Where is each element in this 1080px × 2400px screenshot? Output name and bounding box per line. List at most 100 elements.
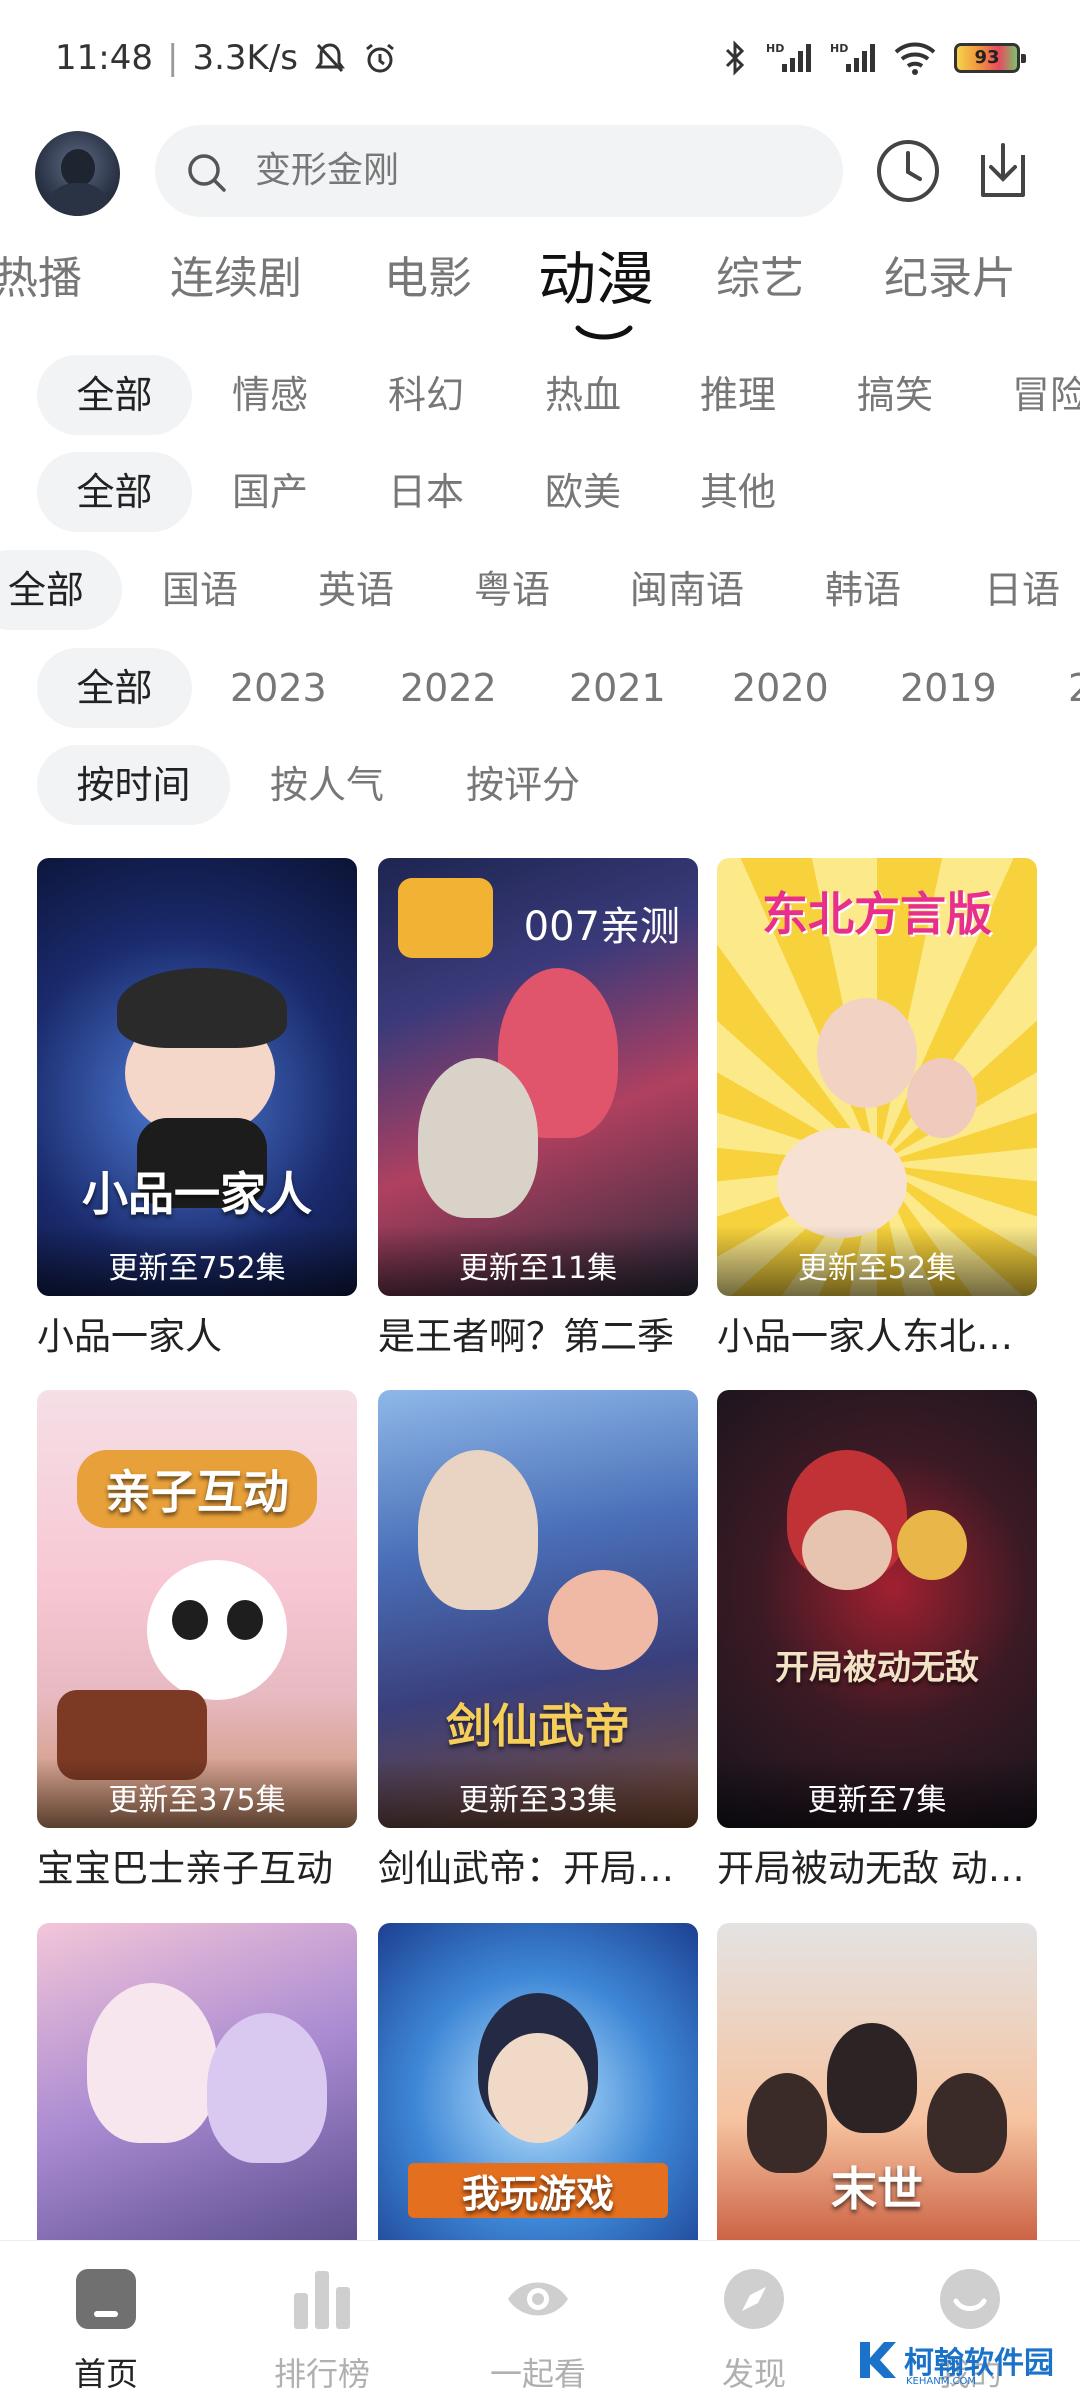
episode-badge: 更新至7集 [717,1758,1037,1828]
nav-watch-together[interactable]: 一起看 [448,2265,628,2395]
poster-character [817,998,917,1108]
svg-text:HD: HD [830,42,848,55]
avatar[interactable] [35,131,120,216]
chip-lang-all[interactable]: 全部 [0,550,122,630]
nav-watch-together-label: 一起看 [489,2355,586,2393]
chip-region-other[interactable]: 其他 [700,452,776,532]
chip-year-all[interactable]: 全部 [37,648,192,728]
filter-sort-row: 按时间 按人气 按评分 [0,745,1080,825]
chip-sort-time[interactable]: 按时间 [37,745,230,825]
chip-year-2023[interactable]: 2023 [230,648,327,728]
wifi-icon [894,40,936,76]
chip-genre-scifi[interactable]: 科幻 [388,355,464,435]
filter-year-row: 全部 2023 2022 2021 2020 2019 2018 [0,648,1080,728]
chip-genre-romance[interactable]: 情感 [232,355,308,435]
chip-genre-comedy[interactable]: 搞笑 [857,355,933,435]
card-title[interactable]: 小品一家人 [37,1306,357,1360]
video-card[interactable]: 东北方言版 更新至52集 小品一家人东北方言版 [717,858,1037,1360]
poster-character [418,1450,538,1610]
chip-genre-action[interactable]: 热血 [545,355,621,435]
history-button[interactable] [872,135,944,207]
poster-character-2 [777,1128,907,1238]
svg-text:HD: HD [766,42,784,55]
chip-genre-mystery[interactable]: 推理 [700,355,776,435]
poster-panda-eye-2 [227,1600,263,1640]
card-title[interactable]: 是王者啊？第二季 [378,1306,698,1360]
video-card[interactable]: 开局被动无敌 更新至7集 开局被动无敌 动态漫 [717,1390,1037,1892]
poster-title: 我玩游戏 [408,2163,668,2218]
chip-lang-cantonese[interactable]: 粤语 [474,550,550,630]
poster-image[interactable]: 东北方言版 更新至52集 [717,858,1037,1296]
poster-character-3 [907,1058,977,1138]
chip-year-2022[interactable]: 2022 [400,648,497,728]
chip-sort-rating[interactable]: 按评分 [466,745,580,825]
chip-genre-adventure[interactable]: 冒险 [1012,355,1080,435]
poster-image[interactable]: 007亲测 更新至11集 [378,858,698,1296]
episode-badge: 更新至33集 [378,1758,698,1828]
tab-movie[interactable]: 电影 [384,242,472,306]
poster-title: 亲子互动 [77,1450,317,1528]
nav-home-label: 首页 [73,2355,138,2393]
poster-orb [897,1510,967,1580]
alarm-icon [362,40,398,76]
poster-hair [117,968,287,1048]
chip-lang-mandarin[interactable]: 国语 [162,550,238,630]
search-bar[interactable]: 变形金刚 [155,125,843,217]
card-title[interactable]: 开局被动无敌 动态漫 [717,1838,1037,1892]
chip-sort-popularity[interactable]: 按人气 [270,745,384,825]
chip-lang-english[interactable]: 英语 [318,550,394,630]
video-card[interactable]: 小品一家人 更新至752集 小品一家人 [37,858,357,1360]
status-right: HD HD 93 [722,40,1026,76]
poster-image[interactable]: 开局被动无敌 更新至7集 [717,1390,1037,1828]
tab-hot[interactable]: 热播 [0,242,82,306]
tab-series[interactable]: 连续剧 [170,242,302,306]
chip-lang-korean[interactable]: 韩语 [825,550,901,630]
poster-image[interactable]: 剑仙武帝 更新至33集 [378,1390,698,1828]
tab-variety[interactable]: 综艺 [716,242,804,306]
status-speed: 3.3K/s [192,38,298,78]
nav-ranking[interactable]: 排行榜 [232,2265,412,2395]
battery-level: 93 [974,47,1000,68]
avatar-shoulders [45,183,111,216]
chip-lang-minnan[interactable]: 闽南语 [630,550,744,630]
nav-discover[interactable]: 发现 [664,2265,844,2395]
poster-image[interactable]: 小品一家人 更新至752集 [37,858,357,1296]
smile-icon [940,2269,1000,2329]
chip-year-2018[interactable]: 2018 [1068,648,1080,728]
video-card[interactable]: 007亲测 更新至11集 是王者啊？第二季 [378,858,698,1360]
chip-region-japan[interactable]: 日本 [388,452,464,532]
tab-anime[interactable]: 动漫 [538,232,654,316]
mute-bell-icon [312,40,348,76]
main-tabs: 热播 连续剧 电影 动漫 综艺 纪录片 [0,232,1080,342]
video-card[interactable]: 亲子互动 更新至375集 宝宝巴士亲子互动 [37,1390,357,1892]
poster-character [827,2023,917,2133]
search-input[interactable]: 变形金刚 [255,125,399,217]
card-title[interactable]: 小品一家人东北方言版 [717,1306,1037,1360]
nav-home[interactable]: 首页 [16,2265,196,2395]
watermark-subtext: KEHANM.COM [906,2376,977,2387]
episode-badge: 更新至375集 [37,1758,357,1828]
bar-chart-icon [294,2271,350,2329]
poster-image[interactable]: 亲子互动 更新至375集 [37,1390,357,1828]
chip-year-2020[interactable]: 2020 [732,648,829,728]
video-card[interactable]: 剑仙武帝 更新至33集 剑仙武帝：开局玄武门之变 [378,1390,698,1892]
poster-character-2 [418,1058,538,1218]
active-tab-indicator [575,325,633,340]
chip-region-domestic[interactable]: 国产 [232,452,308,532]
card-title[interactable]: 宝宝巴士亲子互动 [37,1838,357,1892]
chip-region-all[interactable]: 全部 [37,452,192,532]
card-title[interactable]: 剑仙武帝：开局玄武门之变 [378,1838,698,1892]
status-divider: | [166,38,179,78]
tab-documentary[interactable]: 纪录片 [884,242,1016,306]
status-time: 11:48 [55,38,153,78]
chip-region-west[interactable]: 欧美 [545,452,621,532]
chip-year-2021[interactable]: 2021 [569,648,666,728]
chip-lang-japanese[interactable]: 日语 [984,550,1060,630]
chip-genre-all[interactable]: 全部 [37,355,192,435]
chip-year-2019[interactable]: 2019 [900,648,997,728]
download-button[interactable] [967,135,1039,207]
poster-title: 东北方言版 [762,887,992,941]
download-icon [981,143,1025,197]
clock-icon [877,140,939,202]
poster-panda [147,1560,287,1700]
